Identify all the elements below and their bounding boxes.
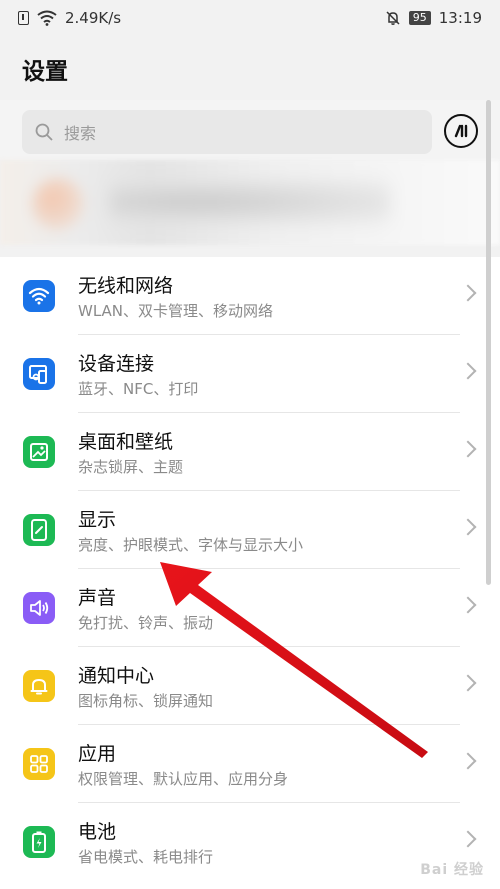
- settings-item-title: 无线和网络: [78, 275, 174, 297]
- settings-item-text: 显示 亮度、护眼模式、字体与显示大小: [78, 491, 460, 569]
- settings-item-device-connection[interactable]: 设备连接 蓝牙、NFC、打印: [0, 335, 500, 413]
- status-bar: 2.49K/s 95 13:19: [0, 0, 500, 36]
- search-icon: [35, 123, 53, 141]
- clock: 13:19: [438, 9, 482, 27]
- settings-item-display[interactable]: 显示 亮度、护眼模式、字体与显示大小: [0, 491, 500, 569]
- mute-bell-icon: [386, 11, 400, 25]
- settings-item-text: 电池 省电模式、耗电排行: [78, 803, 460, 881]
- settings-item-title: 电池: [78, 821, 117, 843]
- wallpaper-icon: [23, 436, 55, 468]
- settings-item-text: 通知中心 图标角标、锁屏通知: [78, 647, 460, 725]
- hivoice-icon: [454, 124, 468, 138]
- apps-grid-icon: [23, 748, 55, 780]
- chevron-right-icon: [459, 752, 477, 770]
- search-input[interactable]: 搜索: [22, 110, 432, 154]
- settings-item-notification-center[interactable]: 通知中心 图标角标、锁屏通知: [0, 647, 500, 725]
- settings-item-subtitle: WLAN、双卡管理、移动网络: [78, 302, 274, 320]
- settings-item-title: 桌面和壁纸: [78, 431, 174, 453]
- status-left: 2.49K/s: [18, 9, 121, 27]
- chevron-right-icon: [459, 362, 477, 380]
- wifi-icon: [23, 280, 55, 312]
- wifi-status-icon: [37, 10, 57, 26]
- chevron-right-icon: [459, 830, 477, 848]
- settings-item-text: 无线和网络 WLAN、双卡管理、移动网络: [78, 257, 460, 335]
- settings-item-text: 桌面和壁纸 杂志锁屏、主题: [78, 413, 460, 491]
- search-placeholder: 搜索: [64, 124, 97, 143]
- settings-list: 无线和网络 WLAN、双卡管理、移动网络 设备连接 蓝牙、NFC、打印 桌面和壁…: [0, 257, 500, 889]
- settings-item-subtitle: 杂志锁屏、主题: [78, 458, 184, 476]
- device-connection-icon: [23, 358, 55, 390]
- settings-item-title: 通知中心: [78, 665, 155, 687]
- network-speed: 2.49K/s: [65, 9, 122, 27]
- settings-item-subtitle: 省电模式、耗电排行: [78, 848, 214, 866]
- account-card[interactable]: [0, 160, 500, 245]
- settings-item-title: 声音: [78, 587, 117, 609]
- settings-item-home-wallpaper[interactable]: 桌面和壁纸 杂志锁屏、主题: [0, 413, 500, 491]
- settings-item-subtitle: 免打扰、铃声、振动: [78, 614, 214, 632]
- battery-level: 95: [408, 11, 431, 25]
- settings-item-text: 声音 免打扰、铃声、振动: [78, 569, 460, 647]
- settings-item-text: 设备连接 蓝牙、NFC、打印: [78, 335, 460, 413]
- watermark: Bai 经验: [420, 862, 484, 878]
- avatar: [32, 178, 84, 230]
- chevron-right-icon: [459, 596, 477, 614]
- scrollbar[interactable]: [486, 100, 491, 585]
- chevron-right-icon: [459, 674, 477, 692]
- settings-item-wireless-network[interactable]: 无线和网络 WLAN、双卡管理、移动网络: [0, 257, 500, 335]
- search-area: 搜索: [0, 100, 500, 160]
- settings-item-apps[interactable]: 应用 权限管理、默认应用、应用分身: [0, 725, 500, 803]
- settings-item-title: 显示: [78, 509, 117, 531]
- sound-icon: [23, 592, 55, 624]
- settings-item-subtitle: 亮度、护眼模式、字体与显示大小: [78, 536, 304, 554]
- settings-item-title: 应用: [78, 743, 117, 765]
- chevron-right-icon: [459, 518, 477, 536]
- sim-alert-icon: [18, 11, 29, 25]
- settings-item-subtitle: 蓝牙、NFC、打印: [78, 380, 199, 398]
- settings-item-title: 设备连接: [78, 353, 155, 375]
- settings-item-subtitle: 权限管理、默认应用、应用分身: [78, 770, 289, 788]
- settings-item-text: 应用 权限管理、默认应用、应用分身: [78, 725, 460, 803]
- settings-item-subtitle: 图标角标、锁屏通知: [78, 692, 214, 710]
- notification-bell-icon: [23, 670, 55, 702]
- battery-icon: [23, 826, 55, 858]
- status-right: 95 13:19: [385, 9, 482, 27]
- page-title: 设置: [22, 59, 68, 85]
- account-name-blurred: [110, 180, 390, 224]
- chevron-right-icon: [459, 440, 477, 458]
- settings-item-sound[interactable]: 声音 免打扰、铃声、振动: [0, 569, 500, 647]
- display-icon: [23, 514, 55, 546]
- hivoice-button[interactable]: [444, 114, 478, 148]
- chevron-right-icon: [459, 284, 477, 302]
